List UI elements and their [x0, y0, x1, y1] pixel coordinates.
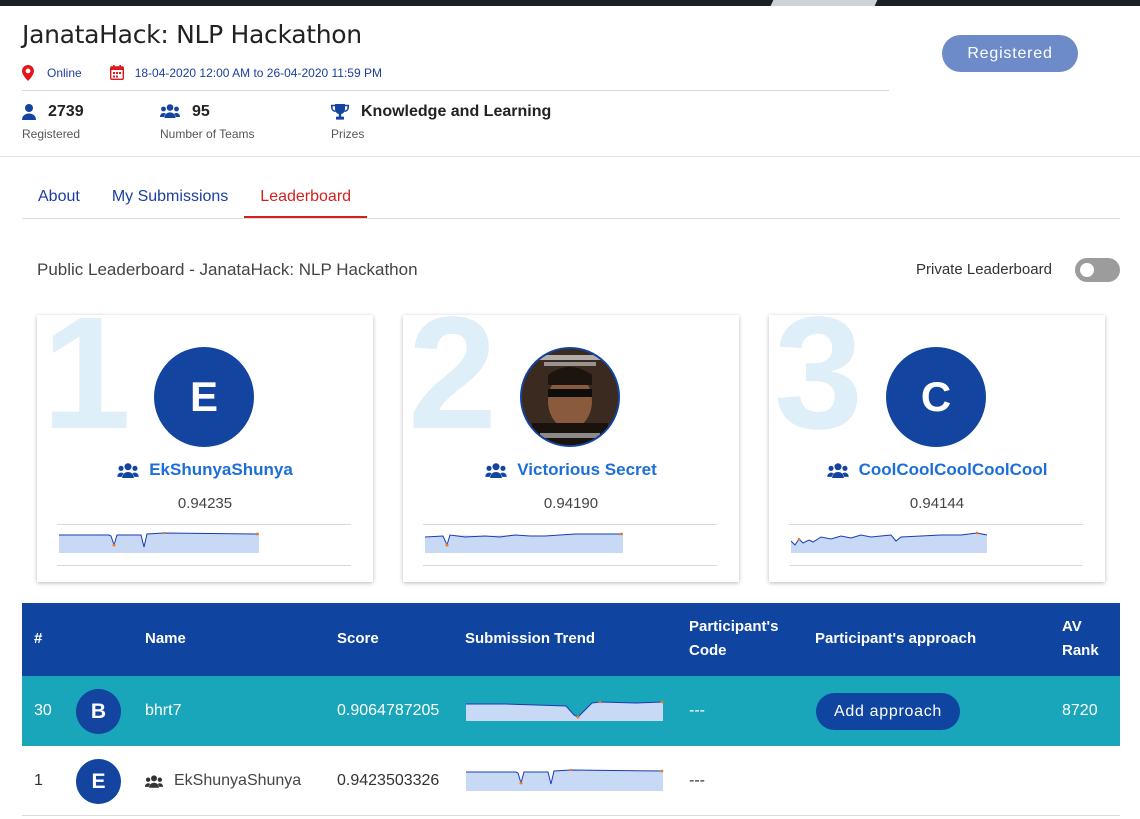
leaderboard-table: # Name Score Submission Trend Participan…: [22, 603, 1120, 816]
event-location: Online: [47, 66, 82, 80]
col-name: Name: [145, 630, 186, 647]
avatar-photo: [520, 347, 620, 447]
avatar: C: [886, 347, 986, 447]
submission-trend-sparkline: [466, 767, 664, 800]
row-rank: 1: [34, 772, 43, 789]
col-code-line2: Code: [689, 642, 727, 659]
row-name[interactable]: bhrt7: [145, 676, 181, 746]
team-icon: [145, 774, 163, 788]
table-row-current-user: 30 B bhrt7 0.9064787205 --- Add approach…: [22, 676, 1120, 746]
row-score: 0.9423503326: [337, 772, 440, 789]
col-code: Participant's Code: [689, 615, 778, 663]
row-code: ---: [689, 772, 705, 789]
avatar: E: [76, 759, 121, 804]
podium-score: 0.94235: [177, 495, 233, 512]
users-group-icon: [160, 104, 182, 120]
tab-my-submissions[interactable]: My Submissions: [96, 176, 244, 218]
col-trend: Submission Trend: [465, 630, 596, 647]
trophy-icon: [331, 104, 351, 120]
teams-label: Number of Teams: [160, 127, 255, 141]
col-rank: #: [34, 630, 43, 647]
private-leaderboard-label: Private Leaderboard: [916, 261, 1052, 278]
row-name[interactable]: EkShunyaShunya: [174, 746, 301, 816]
col-av-line2: Rank: [1062, 642, 1099, 659]
podium-score: 0.94144: [909, 495, 965, 512]
private-leaderboard-toggle[interactable]: [1075, 258, 1120, 282]
podium-score: 0.94190: [543, 495, 599, 512]
event-tabs: About My Submissions Leaderboard: [22, 176, 1120, 219]
avatar: E: [154, 347, 254, 447]
podium-rank: 3: [774, 283, 863, 462]
podium-card-1: 1 E EkShunyaShunya 0.94235: [37, 293, 373, 582]
col-approach: Participant's approach: [815, 630, 977, 647]
row-score: 0.9064787205: [337, 702, 440, 719]
registered-count: 2739: [48, 103, 84, 120]
tab-about[interactable]: About: [22, 176, 96, 218]
add-approach-button[interactable]: Add approach: [816, 693, 960, 730]
podium-rank: 1: [42, 283, 131, 462]
podium-card-2: 2 Victorious Secret 0.94190: [403, 293, 739, 582]
podium-rank: 2: [408, 283, 497, 462]
leaderboard-title: Public Leaderboard - JanataHack: NLP Hac…: [37, 260, 418, 279]
team-icon: [485, 463, 507, 483]
submission-trend-sparkline: [57, 524, 351, 566]
event-header: JanataHack: NLP Hackathon Online 18-04-2…: [0, 6, 1140, 157]
registered-button[interactable]: Registered: [942, 35, 1078, 72]
stat-teams: 95 Number of Teams: [160, 101, 254, 141]
team-icon: [826, 463, 849, 483]
stat-prizes: Knowledge and Learning Prizes: [331, 101, 551, 141]
col-code-line1: Participant's: [689, 618, 779, 635]
stat-registered: 2739 Registered: [22, 101, 84, 141]
table-header: # Name Score Submission Trend Participan…: [22, 603, 1120, 676]
team-name-link[interactable]: Victorious Secret: [517, 460, 657, 479]
calendar-icon: [109, 65, 124, 81]
team-icon: [117, 463, 139, 483]
submission-trend-sparkline: [466, 697, 664, 730]
location-pin-icon: [22, 65, 36, 81]
event-dates: 18-04-2020 12:00 AM to 26-04-2020 11:59 …: [134, 66, 382, 80]
submission-trend-sparkline: [423, 524, 717, 566]
user-icon: [22, 104, 38, 120]
table-row: 1 E EkShunyaShunya 0.9423503326 ---: [22, 746, 1120, 816]
row-rank: 30: [34, 702, 52, 719]
prize-label: Prizes: [331, 127, 365, 141]
col-score: Score: [337, 630, 379, 647]
prize-value: Knowledge and Learning: [361, 103, 552, 120]
header-divider: [22, 90, 889, 91]
teams-count: 95: [192, 103, 210, 120]
tab-leaderboard[interactable]: Leaderboard: [244, 176, 368, 218]
toggle-knob: [1080, 263, 1094, 277]
col-av-line1: AV: [1062, 618, 1082, 635]
team-name-link[interactable]: CoolCoolCoolCoolCool: [859, 460, 1048, 479]
registered-label: Registered: [22, 127, 81, 141]
submission-trend-sparkline: [789, 524, 1083, 566]
avatar: B: [76, 689, 121, 734]
col-av-rank: AV Rank: [1062, 615, 1099, 663]
event-meta: Online 18-04-2020 12:00 AM to 26-04-2020…: [22, 63, 382, 83]
row-code: ---: [689, 702, 705, 719]
event-title: JanataHack: NLP Hackathon: [22, 20, 362, 49]
team-name-link[interactable]: EkShunyaShunya: [149, 460, 293, 479]
row-name-cell: EkShunyaShunya: [145, 746, 301, 816]
row-av-rank: 8720: [1062, 702, 1098, 719]
podium-card-3: 3 C CoolCoolCoolCoolCool 0.94144: [769, 293, 1105, 582]
